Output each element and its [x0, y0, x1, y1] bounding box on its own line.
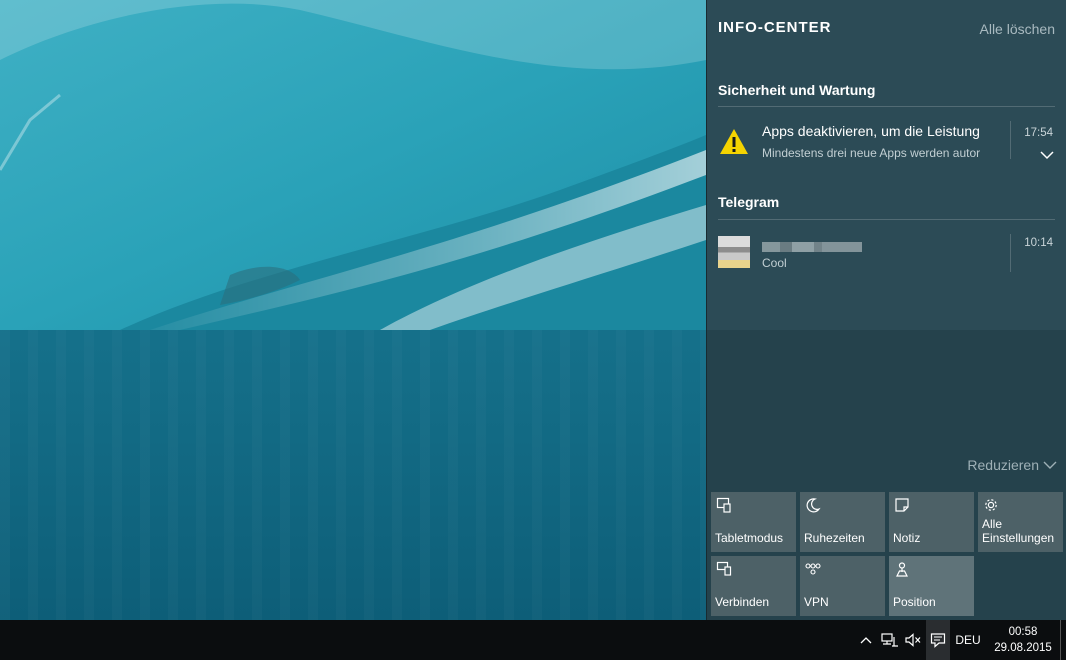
network-button[interactable]	[878, 620, 902, 660]
collapse-label: Reduzieren	[967, 457, 1039, 473]
quick-action-tablet-mode[interactable]: Tabletmodus	[711, 492, 796, 552]
group-header-security[interactable]: Sicherheit und Wartung	[718, 82, 875, 98]
taskbar-clock[interactable]: 00:58 29.08.2015	[986, 624, 1060, 656]
group-divider	[718, 106, 1055, 107]
clock-date: 29.08.2015	[994, 642, 1052, 654]
note-icon	[895, 498, 909, 512]
chevron-down-icon[interactable]	[1039, 149, 1055, 161]
quick-action-label: Ruhezeiten	[804, 531, 865, 545]
input-language-button[interactable]: DEU	[952, 620, 984, 660]
group-divider	[718, 219, 1055, 220]
notification-divider	[1010, 121, 1011, 159]
notification-telegram[interactable]: Cool 10:14	[718, 234, 1055, 284]
notification-body: Cool	[762, 256, 787, 270]
show-desktop-button[interactable]	[1060, 620, 1066, 660]
notification-divider	[1010, 234, 1011, 272]
clear-all-button[interactable]: Alle löschen	[980, 21, 1056, 37]
notification-time: 17:54	[1024, 127, 1053, 139]
clock-time: 00:58	[1008, 626, 1038, 638]
quick-action-note[interactable]: Notiz	[889, 492, 974, 552]
quick-action-label: Verbinden	[715, 595, 770, 609]
warning-icon	[720, 129, 748, 154]
action-center-panel: INFO-CENTER Alle löschen Sicherheit und …	[706, 0, 1066, 620]
chevron-up-icon	[860, 637, 872, 644]
volume-button[interactable]	[902, 620, 924, 660]
taskbar: DEU 00:58 29.08.2015	[0, 620, 1066, 660]
action-center-icon	[930, 633, 946, 648]
collapse-button[interactable]: Reduzieren	[967, 457, 1057, 473]
notification-security[interactable]: Apps deaktivieren, um die Leistung Minde…	[718, 121, 1055, 171]
notification-body: Mindestens drei neue Apps werden autor	[762, 146, 981, 160]
show-hidden-icons-button[interactable]	[856, 620, 876, 660]
quick-action-label: Position	[893, 595, 936, 609]
wave-image	[0, 0, 706, 330]
quick-action-label: Alle Einstellungen	[982, 517, 1055, 545]
underwater-rays	[0, 330, 706, 620]
blurred-sender-name	[762, 242, 862, 252]
network-icon	[881, 633, 898, 647]
location-icon	[896, 562, 908, 577]
desktop-wallpaper	[0, 0, 706, 620]
group-header-telegram[interactable]: Telegram	[718, 194, 779, 210]
quick-action-location[interactable]: Position	[889, 556, 974, 616]
quick-action-connect[interactable]: Verbinden	[711, 556, 796, 616]
connect-icon	[716, 561, 732, 576]
vpn-icon	[805, 563, 821, 575]
avatar	[718, 236, 750, 268]
quick-action-quiet-hours[interactable]: Ruhezeiten	[800, 492, 885, 552]
quick-action-label: Tabletmodus	[715, 531, 784, 545]
moon-icon	[806, 498, 821, 513]
tablet-mode-icon	[716, 497, 731, 513]
quick-action-label: Notiz	[893, 531, 921, 545]
action-center-button[interactable]	[926, 620, 950, 660]
gear-icon	[985, 499, 997, 511]
quick-action-label: VPN	[804, 595, 829, 609]
notification-time: 10:14	[1024, 237, 1053, 249]
quick-action-all-settings[interactable]: Alle Einstellungen	[978, 492, 1063, 552]
action-center-title: INFO-CENTER	[718, 19, 832, 36]
quick-action-vpn[interactable]: VPN	[800, 556, 885, 616]
chevron-down-icon	[1043, 461, 1057, 469]
notification-title: Apps deaktivieren, um die Leistung	[762, 123, 980, 139]
volume-muted-icon	[905, 633, 921, 647]
